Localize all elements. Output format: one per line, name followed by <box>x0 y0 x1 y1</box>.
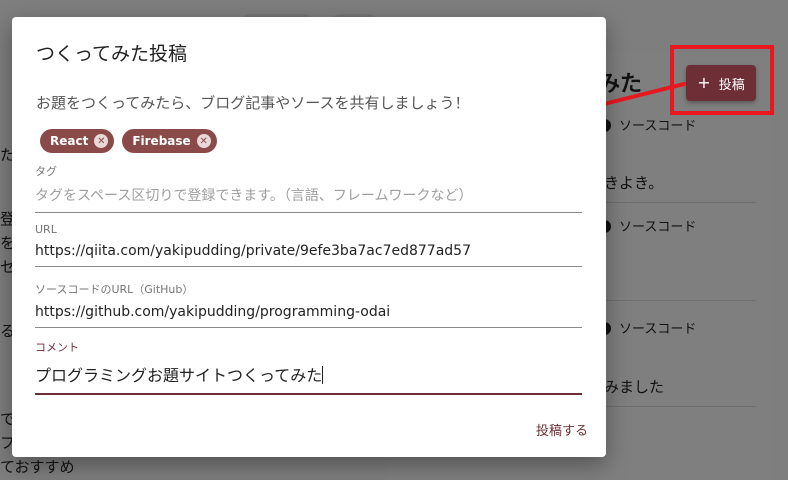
tag-field-label: タグ <box>35 165 57 178</box>
source-url-field[interactable]: ソースコードのURL（GitHub） https://github.com/ya… <box>35 281 582 328</box>
comment-field-label: コメント <box>35 341 79 354</box>
dialog-description: お題をつくってみたら、ブログ記事やソースを共有しましょう！ <box>36 94 470 112</box>
close-circle-icon[interactable]: ✕ <box>196 134 211 148</box>
tag-chip-label: Firebase <box>132 134 191 148</box>
field-underline <box>35 393 582 395</box>
dialog-title: つくってみた投稿 <box>36 43 188 65</box>
tag-chip-label: React <box>50 134 89 148</box>
comment-field[interactable]: コメント プログラミングお題サイトつくってみた <box>35 339 582 395</box>
tag-field[interactable]: タグ タグをスペース区切りで登録できます。（言語、フレームワークなど） <box>35 163 582 213</box>
source-url-field-label: ソースコードのURL（GitHub） <box>35 283 194 296</box>
field-underline <box>35 266 582 267</box>
tag-chips: React ✕ Firebase ✕ <box>40 129 217 153</box>
source-url-input[interactable]: https://github.com/yakipudding/programmi… <box>35 304 582 320</box>
tag-chip-react[interactable]: React ✕ <box>40 129 115 153</box>
comment-input-text: プログラミングお題サイトつくってみた <box>35 366 323 385</box>
comment-input[interactable]: プログラミングお題サイトつくってみた <box>35 362 582 386</box>
post-dialog: つくってみた投稿 お題をつくってみたら、ブログ記事やソースを共有しましょう！ R… <box>12 17 606 457</box>
field-underline <box>35 327 582 328</box>
submit-button[interactable]: 投稿する <box>536 420 588 439</box>
tag-chip-firebase[interactable]: Firebase ✕ <box>122 129 217 153</box>
url-field-label: URL <box>35 223 57 236</box>
text-caret <box>322 366 324 384</box>
close-circle-icon[interactable]: ✕ <box>94 134 109 148</box>
tag-input[interactable]: タグをスペース区切りで登録できます。（言語、フレームワークなど） <box>35 185 582 205</box>
url-field[interactable]: URL https://qiita.com/yakipudding/privat… <box>35 223 582 267</box>
url-input[interactable]: https://qiita.com/yakipudding/private/9e… <box>35 243 582 259</box>
field-underline <box>35 212 582 213</box>
